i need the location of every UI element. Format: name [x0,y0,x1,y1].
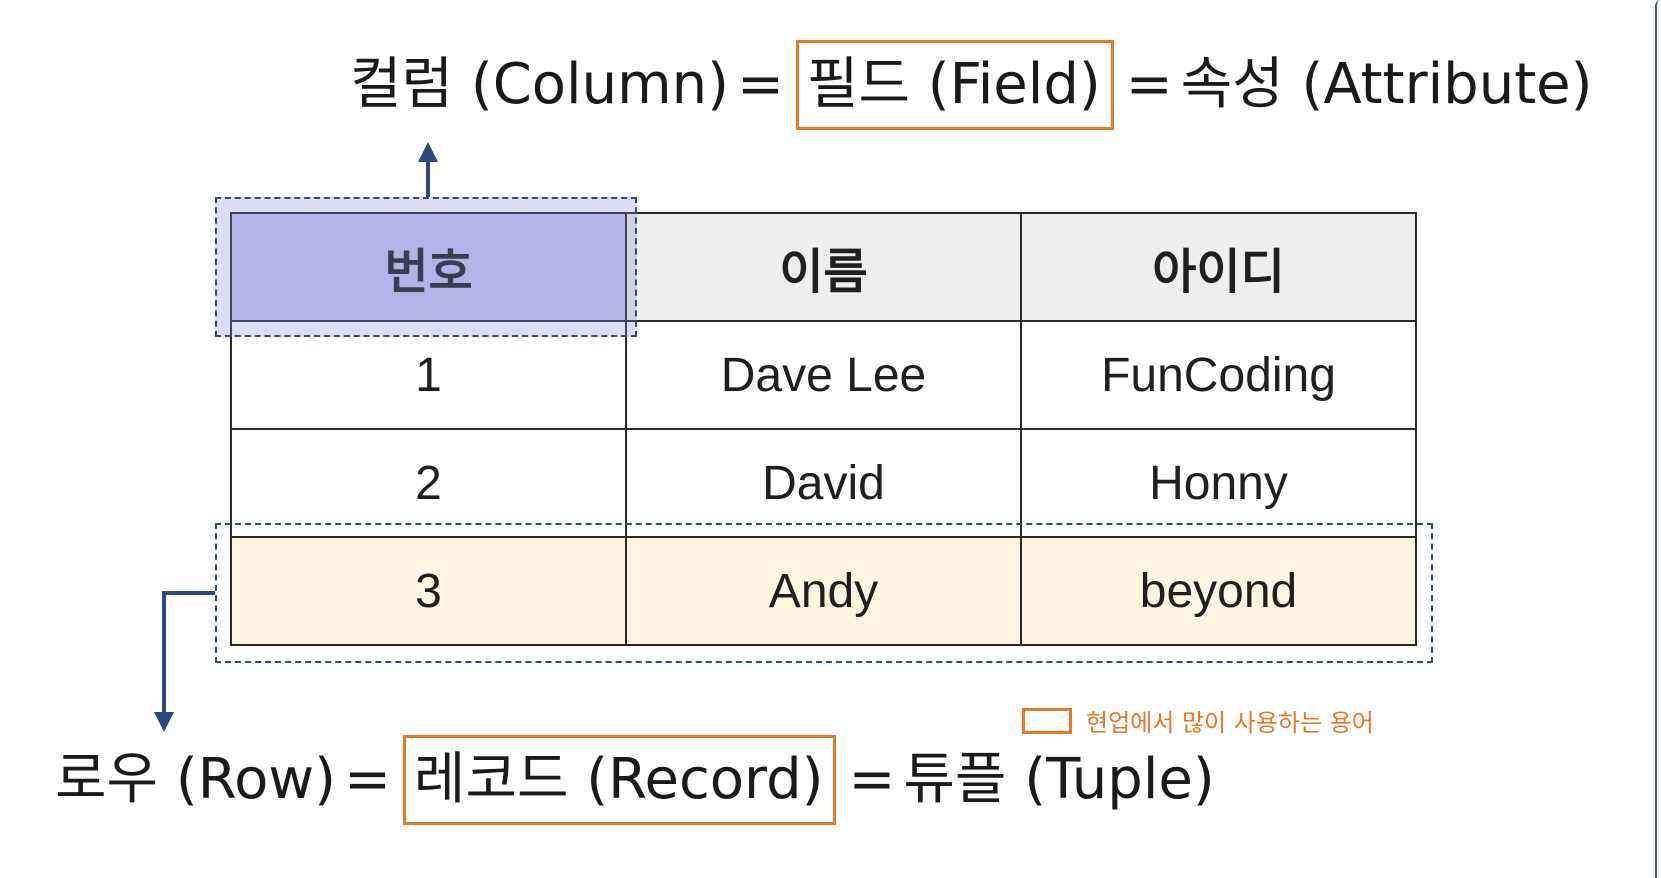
column-arrow-icon [418,142,438,197]
row-term: 로우 (Row) [55,747,336,812]
table-cell: Honny [1020,428,1417,538]
legend: 현업에서 많이 사용하는 용어 [1022,703,1374,738]
column-highlight-box [215,197,637,337]
equals-sign: = [1125,52,1173,117]
legend-label: 현업에서 많이 사용하는 용어 [1086,709,1374,737]
record-term-highlighted: 레코드 (Record) [402,735,837,825]
header-cell-id: 아이디 [1020,212,1417,322]
legend-swatch [1022,707,1072,734]
equals-sign: = [737,52,784,117]
equals-sign: = [848,747,896,812]
column-term-line: 컬럼 (Column) = 필드 (Field) = 속성 (Attribute… [350,40,1592,130]
field-term-highlighted: 필드 (Field) [795,40,1114,130]
equals-sign: = [344,747,391,812]
tuple-term: 튜플 (Tuple) [903,747,1215,812]
row-highlight-box [215,523,1433,663]
header-cell-name: 이름 [625,212,1022,322]
panel-edge [1655,0,1661,878]
table-cell: David [625,428,1022,538]
row-arrow-icon [154,591,215,732]
table-cell: 2 [230,428,627,538]
table-cell: FunCoding [1020,320,1417,430]
column-term: 컬럼 (Column) [350,52,729,117]
row-term-line: 로우 (Row) = 레코드 (Record) = 튜플 (Tuple) [55,735,1215,825]
table-row: 1 Dave Lee FunCoding [230,320,1417,430]
table-cell: Dave Lee [625,320,1022,430]
table-cell: 1 [230,320,627,430]
attribute-term: 속성 (Attribute) [1180,52,1593,117]
table-row: 2 David Honny [230,428,1417,538]
